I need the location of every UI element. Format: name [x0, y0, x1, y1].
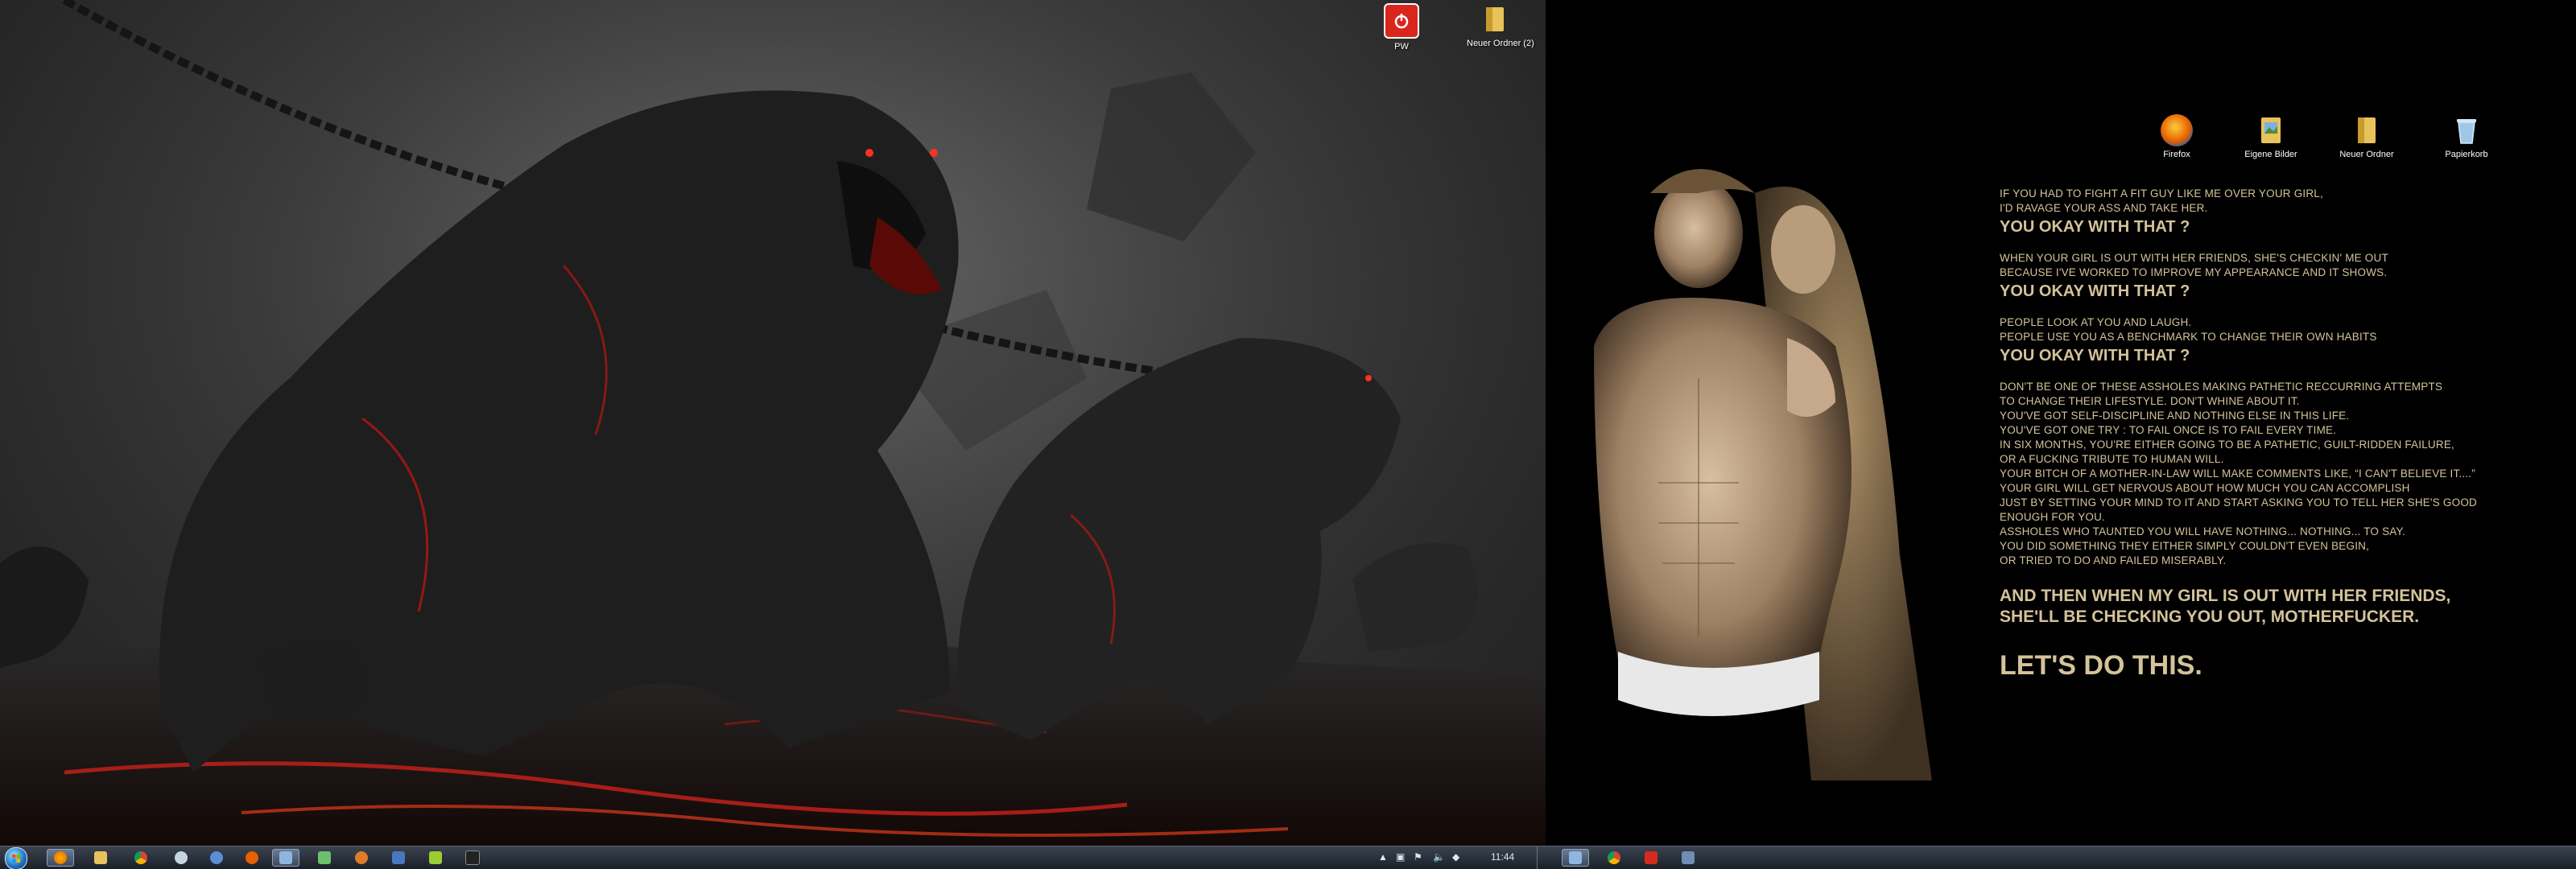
quote-line: OR A FUCKING TRIBUTE TO HUMAN WILL.: [2000, 453, 2224, 465]
quote-question: YOU OKAY WITH THAT ?: [2000, 347, 2190, 364]
desktop-icon-eigene-bilder[interactable]: Eigene Bilder: [2243, 114, 2299, 159]
tray-clock[interactable]: 11:44: [1491, 851, 1514, 863]
desktop-icon-label: Neuer Ordner (2): [1467, 39, 1534, 48]
quote-line: ENOUGH FOR YOU.: [2000, 511, 2106, 523]
quote-line: JUST BY SETTING YOUR MIND TO IT AND STAR…: [2000, 496, 2477, 509]
folder-icon: [1479, 3, 1511, 35]
quote-line: OR TRIED TO DO AND FAILED MISERABLY.: [2000, 554, 2227, 566]
chrome-icon: [1608, 851, 1620, 864]
taskbar-chrome-button[interactable]: [127, 849, 155, 867]
quote-closing-line: SHE'LL BE CHECKING YOU OUT, MOTHERFUCKER…: [2000, 607, 2420, 626]
quote-line: ASSHOLES WHO TAUNTED YOU WILL HAVE NOTHI…: [2000, 525, 2405, 537]
taskbar-steam-button[interactable]: [167, 849, 195, 867]
desktop-icon-label: Papierkorb: [2445, 150, 2488, 159]
quote-block-2: WHEN YOUR GIRL IS OUT WITH HER FRIENDS, …: [2000, 251, 2563, 301]
show-desktop-button[interactable]: [1537, 846, 1546, 869]
folder-icon: [94, 851, 107, 864]
monitor-icon: [1682, 851, 1695, 864]
game-icon: [355, 851, 368, 864]
folder-icon: [2351, 114, 2383, 146]
windows-logo-icon: [12, 855, 20, 863]
left-monitor-desktop[interactable]: PW Neuer Ordner (2) ▲ ▣ ⚑ 🔈 ◆ 11:44: [0, 0, 1546, 869]
quote-block-3: PEOPLE LOOK AT YOU AND LAUGH. PEOPLE USE…: [2000, 315, 2563, 365]
gallery-icon: [318, 851, 331, 864]
pictures-icon: [2255, 114, 2287, 146]
steam-icon: [175, 851, 188, 864]
taskbar-monitor-button[interactable]: [1674, 849, 1702, 867]
desktop-icon-label: Neuer Ordner: [2339, 150, 2394, 159]
quote-closing-line: AND THEN WHEN MY GIRL IS OUT WITH HER FR…: [2000, 587, 2451, 605]
taskbar-pdf-reader-button[interactable]: [1637, 849, 1665, 867]
terminal-icon: [465, 850, 480, 865]
taskbar-firefox-alt-button[interactable]: [238, 849, 266, 867]
taskbar-gallery-button[interactable]: [311, 849, 338, 867]
quote-line: YOU DID SOMETHING THEY EITHER SIMPLY COU…: [2000, 540, 2370, 552]
quote-line: YOUR BITCH OF A MOTHER-IN-LAW WILL MAKE …: [2000, 467, 2475, 480]
tray-show-hidden-icon[interactable]: ▲: [1378, 851, 1388, 863]
taskbar-left: ▲ ▣ ⚑ 🔈 ◆ 11:44: [0, 846, 1546, 869]
taskbar-media-player-button[interactable]: [1562, 849, 1589, 867]
start-button[interactable]: [5, 847, 27, 869]
firefox-icon: [246, 851, 258, 864]
recycle-bin-icon: [2450, 114, 2483, 146]
gorilla-wallpaper: [0, 0, 1546, 846]
desktop-icon-pw[interactable]: PW: [1373, 3, 1430, 51]
motivational-quote: IF YOU HAD TO FIGHT A FIT GUY LIKE ME OV…: [2000, 187, 2563, 682]
power-icon: [1384, 3, 1419, 39]
taskbar-chrome-button[interactable]: [1600, 849, 1628, 867]
desktop-icon-label: Firefox: [2163, 150, 2190, 159]
taskbar-app-button[interactable]: [422, 849, 449, 867]
quote-line: IN SIX MONTHS, YOU'RE EITHER GOING TO BE…: [2000, 439, 2454, 451]
desktop-icon-neuer-ordner-2[interactable]: Neuer Ordner (2): [1467, 3, 1534, 48]
app-icon: [429, 851, 442, 864]
quote-line: YOU'VE GOT ONE TRY : TO FAIL ONCE IS TO …: [2000, 424, 2337, 436]
quote-question: YOU OKAY WITH THAT ?: [2000, 218, 2190, 236]
quote-line: IF YOU HAD TO FIGHT A FIT GUY LIKE ME OV…: [2000, 187, 2323, 200]
firefox-icon: [2161, 114, 2193, 146]
quote-line: DON'T BE ONE OF THESE ASSHOLES MAKING PA…: [2000, 381, 2443, 393]
taskbar-browser-button[interactable]: [385, 849, 412, 867]
media-player-icon: [210, 851, 223, 864]
browser-icon: [392, 851, 405, 864]
quote-line: WHEN YOUR GIRL IS OUT WITH HER FRIENDS, …: [2000, 252, 2388, 264]
taskbar-right: [1546, 846, 2576, 869]
tray-action-center-icon[interactable]: ⚑: [1414, 851, 1422, 863]
chrome-icon: [134, 851, 147, 864]
desktop-icon-label: Eigene Bilder: [2244, 150, 2297, 159]
taskbar-terminal-button[interactable]: [459, 849, 486, 867]
quote-line: PEOPLE LOOK AT YOU AND LAUGH.: [2000, 316, 2192, 328]
quote-line: YOU'VE GOT SELF-DISCIPLINE AND NOTHING E…: [2000, 410, 2350, 422]
quote-line: YOUR GIRL WILL GET NERVOUS ABOUT HOW MUC…: [2000, 482, 2410, 494]
taskbar-firefox-button[interactable]: [47, 849, 74, 867]
tray-dropbox-icon[interactable]: ◆: [1452, 851, 1459, 863]
tray-volume-icon[interactable]: 🔈: [1433, 851, 1445, 863]
firefox-icon: [54, 851, 67, 864]
quote-line: PEOPLE USE YOU AS A BENCHMARK TO CHANGE …: [2000, 331, 2377, 343]
tray-network-icon[interactable]: ▣: [1396, 851, 1405, 863]
desktop-icon-papierkorb[interactable]: Papierkorb: [2438, 114, 2495, 159]
quote-block-4: DON'T BE ONE OF THESE ASSHOLES MAKING PA…: [2000, 380, 2563, 568]
taskbar-explorer-button[interactable]: [87, 849, 114, 867]
desktop-icon-neuer-ordner[interactable]: Neuer Ordner: [2339, 114, 2395, 159]
wallpaper-photo: [1546, 137, 1964, 780]
quote-line: TO CHANGE THEIR LIFESTYLE. DON'T WHINE A…: [2000, 395, 2300, 407]
quote-question: YOU OKAY WITH THAT ?: [2000, 282, 2190, 300]
taskbar-media-player-button[interactable]: [203, 849, 230, 867]
monitor-icon: [279, 851, 292, 864]
desktop-icon-label: PW: [1394, 42, 1409, 51]
quote-line: I'D RAVAGE YOUR ASS AND TAKE HER.: [2000, 202, 2208, 214]
quote-final-line: LET'S DO THIS.: [2000, 650, 2202, 681]
pdf-icon: [1645, 851, 1657, 864]
taskbar-monitor-button[interactable]: [272, 849, 299, 867]
media-player-icon: [1569, 851, 1582, 864]
quote-block-1: IF YOU HAD TO FIGHT A FIT GUY LIKE ME OV…: [2000, 187, 2563, 237]
quote-line: BECAUSE I'VE WORKED TO IMPROVE MY APPEAR…: [2000, 266, 2388, 278]
desktop-icon-firefox[interactable]: Firefox: [2149, 114, 2205, 159]
taskbar-game-button[interactable]: [348, 849, 375, 867]
